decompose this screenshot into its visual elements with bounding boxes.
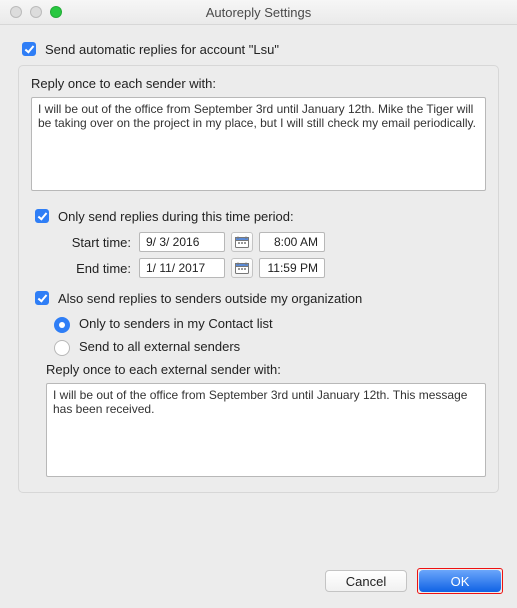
external-replies-label: Also send replies to senders outside my …	[58, 291, 362, 306]
autoreply-settings-window: Autoreply Settings Send automatic replie…	[0, 0, 517, 608]
internal-reply-label: Reply once to each sender with:	[31, 76, 486, 91]
titlebar: Autoreply Settings	[0, 0, 517, 25]
ok-highlight: OK	[417, 568, 503, 594]
zoom-icon[interactable]	[50, 6, 62, 18]
external-contacts-label: Only to senders in my Contact list	[79, 316, 273, 331]
close-icon[interactable]	[10, 6, 22, 18]
start-date-picker-button[interactable]	[231, 232, 253, 252]
external-all-radio[interactable]	[54, 340, 70, 356]
start-time-row: Start time: 9/ 3/ 2016 8:00 AM	[49, 232, 486, 252]
traffic-lights	[10, 6, 62, 18]
external-reply-textarea[interactable]	[46, 383, 486, 477]
send-automatic-replies-checkbox[interactable]	[22, 42, 36, 56]
cancel-button[interactable]: Cancel	[325, 570, 407, 592]
time-period-checkbox[interactable]	[35, 209, 49, 223]
external-reply-label: Reply once to each external sender with:	[46, 362, 486, 377]
external-replies-checkbox[interactable]	[35, 291, 49, 305]
start-time-label: Start time:	[49, 235, 133, 250]
start-time-field[interactable]: 8:00 AM	[259, 232, 325, 252]
end-date-picker-button[interactable]	[231, 258, 253, 278]
end-date-field[interactable]: 1/ 11/ 2017	[139, 258, 225, 278]
external-all-label: Send to all external senders	[79, 339, 240, 354]
calendar-icon	[235, 236, 249, 248]
end-time-row: End time: 1/ 11/ 2017 11:59 PM	[49, 258, 486, 278]
start-date-field[interactable]: 9/ 3/ 2016	[139, 232, 225, 252]
time-period-label: Only send replies during this time perio…	[58, 209, 294, 224]
ok-button[interactable]: OK	[419, 570, 501, 592]
end-time-field[interactable]: 11:59 PM	[259, 258, 325, 278]
internal-reply-textarea[interactable]	[31, 97, 486, 191]
settings-group: Reply once to each sender with: Only sen…	[18, 65, 499, 493]
window-title: Autoreply Settings	[0, 5, 517, 20]
end-time-label: End time:	[49, 261, 133, 276]
send-automatic-replies-label: Send automatic replies for account "Lsu"	[45, 42, 279, 57]
calendar-icon	[235, 262, 249, 274]
external-contacts-radio[interactable]	[54, 317, 70, 333]
content: Send automatic replies for account "Lsu"…	[0, 25, 517, 507]
dialog-footer: Cancel OK	[325, 568, 503, 594]
minimize-icon[interactable]	[30, 6, 42, 18]
